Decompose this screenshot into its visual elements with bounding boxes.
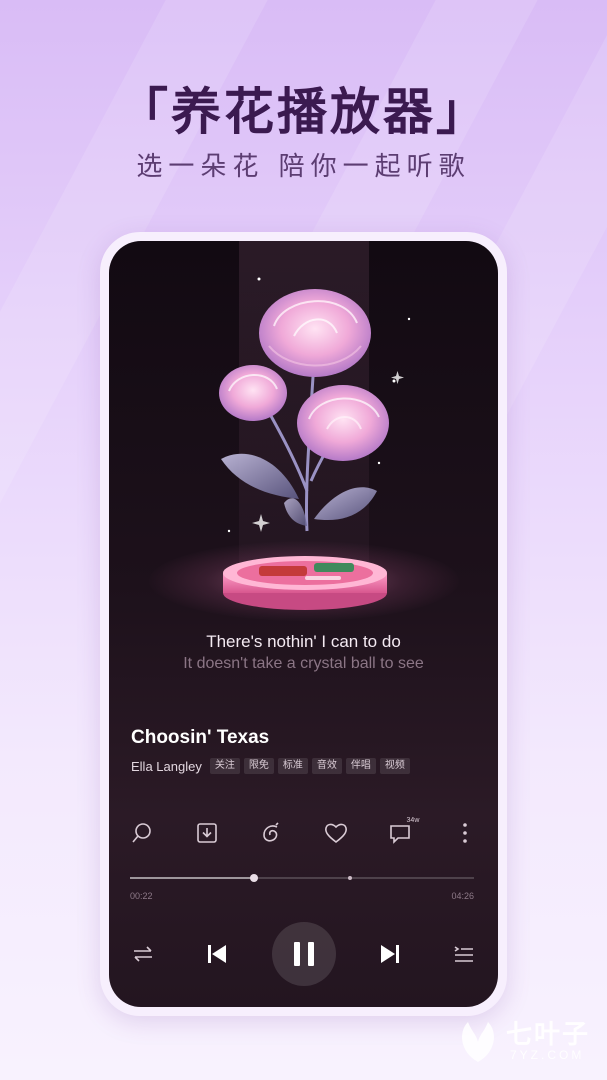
comment-count: 34w — [406, 817, 420, 824]
pause-icon — [293, 942, 314, 966]
search-lyrics-icon — [132, 823, 151, 843]
lyric-next: It doesn't take a crystal ball to see — [183, 655, 424, 672]
shuffle-icon — [134, 946, 152, 962]
watermark-domain: 7YZ.COM — [510, 1048, 585, 1062]
previous-button[interactable] — [197, 934, 237, 974]
video-tag[interactable]: 视频 — [379, 758, 410, 774]
artist-name[interactable]: Ella Langley — [131, 759, 202, 774]
playback-controls — [123, 921, 484, 987]
previous-icon — [208, 945, 227, 963]
next-button[interactable] — [370, 934, 410, 974]
elapsed-time: 00:22 — [130, 891, 153, 901]
next-icon — [380, 945, 399, 963]
flower-icon — [263, 822, 279, 842]
download-button[interactable] — [186, 813, 228, 853]
action-bar: 34w — [121, 813, 486, 853]
buffer-marker — [348, 876, 353, 880]
lyric-current: There's nothin' I can to do — [206, 632, 401, 651]
player-screen: There's nothin' I can to do It doesn't t… — [109, 241, 498, 1007]
leaf-logo-icon — [462, 1022, 494, 1062]
more-icon — [463, 823, 467, 843]
follow-tag[interactable]: 关注 — [209, 758, 240, 774]
playlist-button[interactable] — [444, 934, 484, 974]
shuffle-button[interactable] — [123, 934, 163, 974]
heart-icon — [324, 823, 347, 844]
progress-fill — [130, 877, 254, 879]
free-tag[interactable]: 限免 — [243, 758, 274, 774]
watermark-brand: 七叶子 — [506, 1020, 591, 1050]
download-icon — [196, 823, 217, 843]
comment-icon — [390, 825, 411, 844]
quality-tag[interactable]: 标准 — [277, 758, 308, 774]
crystal-rose-illustration — [219, 277, 411, 610]
subheadline: 选一朵花 陪你一起听歌 — [136, 152, 471, 182]
pause-button[interactable] — [271, 922, 336, 986]
phone-frame: There's nothin' I can to do It doesn't t… — [100, 232, 507, 1016]
comment-button[interactable]: 34w — [379, 813, 421, 853]
more-button[interactable] — [444, 813, 486, 853]
watermark: 七叶子 7YZ.COM — [450, 1010, 600, 1070]
like-button[interactable] — [315, 813, 357, 853]
total-time: 04:26 — [451, 891, 474, 901]
sound-effect-tag[interactable]: 音效 — [311, 758, 342, 774]
song-title[interactable]: Choosin' Texas — [131, 727, 269, 749]
lyrics-search-button[interactable] — [121, 813, 163, 853]
flower-button[interactable] — [250, 813, 292, 853]
artist-row: Ella Langley 关注 限免 标准 音效 伴唱 视频 — [131, 758, 410, 774]
headline: 「养花播放器」 — [118, 83, 489, 141]
progress-bar[interactable] — [130, 874, 474, 882]
progress-thumb[interactable] — [249, 874, 258, 882]
playlist-icon — [454, 946, 473, 962]
karaoke-tag[interactable]: 伴唱 — [345, 758, 376, 774]
